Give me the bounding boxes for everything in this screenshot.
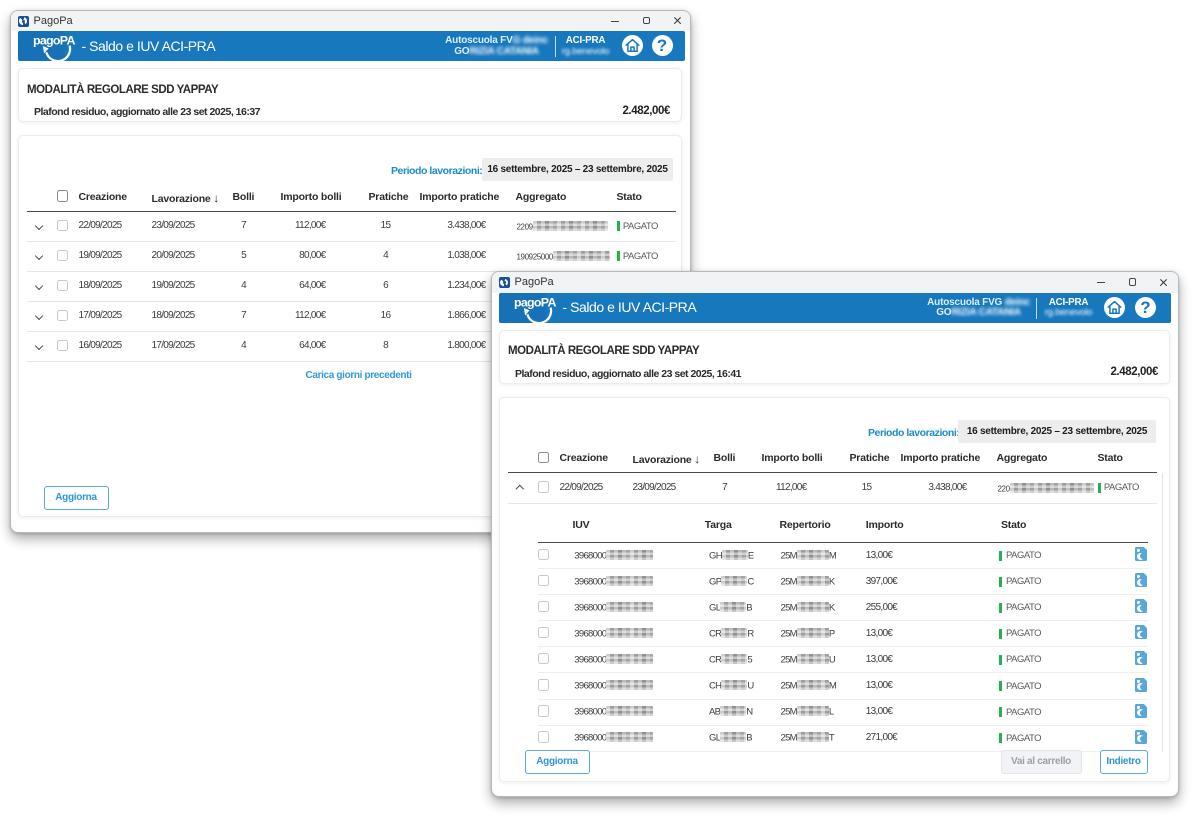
svg-text:pagoPA: pagoPA xyxy=(514,295,556,309)
svg-text:pagoPA: pagoPA xyxy=(33,33,75,47)
